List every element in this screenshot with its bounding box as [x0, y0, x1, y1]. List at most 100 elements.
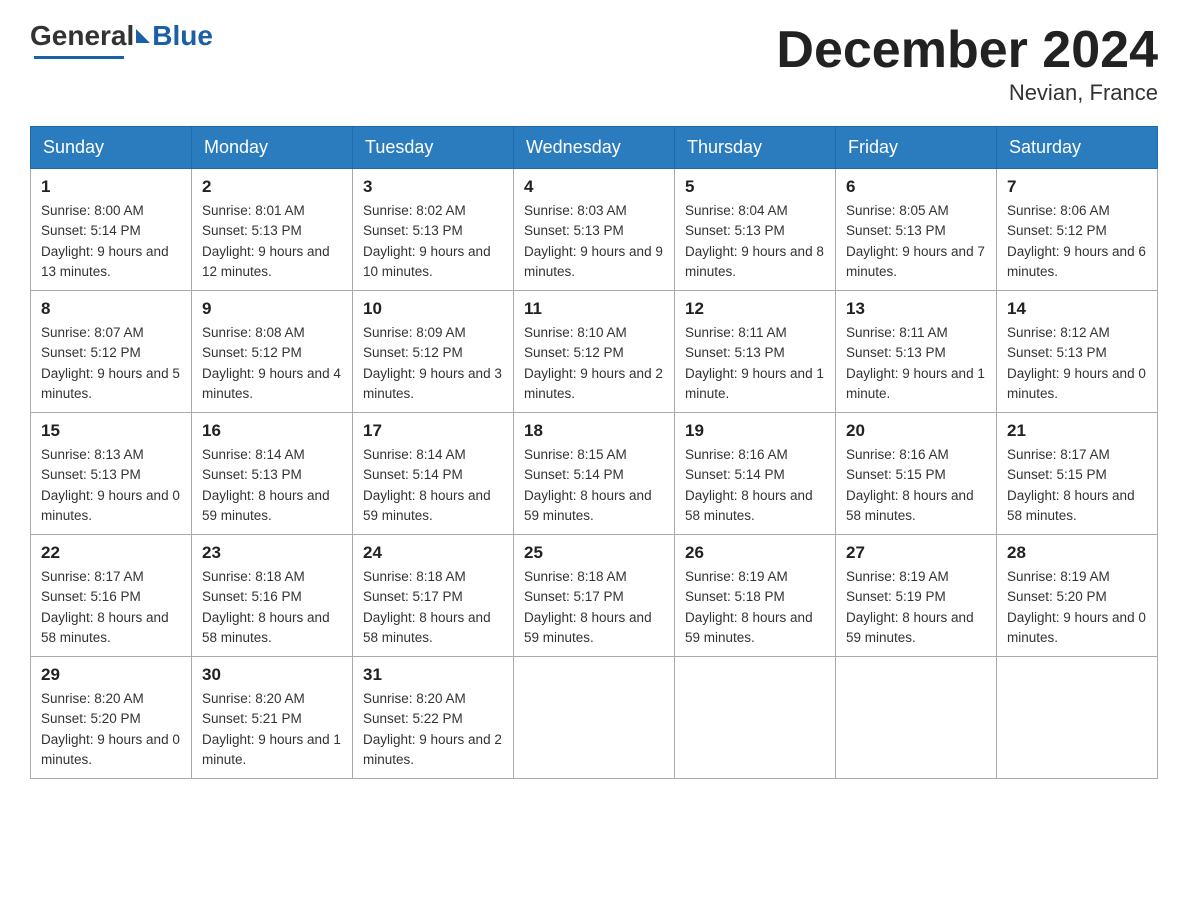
calendar-cell — [514, 657, 675, 779]
calendar-cell: 4 Sunrise: 8:03 AMSunset: 5:13 PMDayligh… — [514, 169, 675, 291]
day-number: 24 — [363, 543, 503, 563]
calendar-cell — [675, 657, 836, 779]
day-info: Sunrise: 8:01 AMSunset: 5:13 PMDaylight:… — [202, 201, 342, 282]
day-number: 23 — [202, 543, 342, 563]
calendar-cell: 3 Sunrise: 8:02 AMSunset: 5:13 PMDayligh… — [353, 169, 514, 291]
day-number: 4 — [524, 177, 664, 197]
day-info: Sunrise: 8:20 AMSunset: 5:22 PMDaylight:… — [363, 689, 503, 770]
day-number: 17 — [363, 421, 503, 441]
day-number: 6 — [846, 177, 986, 197]
day-number: 7 — [1007, 177, 1147, 197]
calendar-cell: 30 Sunrise: 8:20 AMSunset: 5:21 PMDaylig… — [192, 657, 353, 779]
page-header: General Blue December 2024 Nevian, Franc… — [30, 20, 1158, 106]
day-info: Sunrise: 8:10 AMSunset: 5:12 PMDaylight:… — [524, 323, 664, 404]
calendar-cell: 20 Sunrise: 8:16 AMSunset: 5:15 PMDaylig… — [836, 413, 997, 535]
calendar-cell — [997, 657, 1158, 779]
day-info: Sunrise: 8:04 AMSunset: 5:13 PMDaylight:… — [685, 201, 825, 282]
calendar-cell: 12 Sunrise: 8:11 AMSunset: 5:13 PMDaylig… — [675, 291, 836, 413]
col-wednesday: Wednesday — [514, 127, 675, 169]
calendar-cell: 27 Sunrise: 8:19 AMSunset: 5:19 PMDaylig… — [836, 535, 997, 657]
day-info: Sunrise: 8:11 AMSunset: 5:13 PMDaylight:… — [846, 323, 986, 404]
day-info: Sunrise: 8:19 AMSunset: 5:19 PMDaylight:… — [846, 567, 986, 648]
col-saturday: Saturday — [997, 127, 1158, 169]
day-number: 15 — [41, 421, 181, 441]
day-info: Sunrise: 8:07 AMSunset: 5:12 PMDaylight:… — [41, 323, 181, 404]
month-title: December 2024 — [776, 20, 1158, 80]
logo-blue: Blue — [152, 20, 213, 52]
calendar-cell: 11 Sunrise: 8:10 AMSunset: 5:12 PMDaylig… — [514, 291, 675, 413]
day-number: 14 — [1007, 299, 1147, 319]
calendar-cell: 28 Sunrise: 8:19 AMSunset: 5:20 PMDaylig… — [997, 535, 1158, 657]
day-info: Sunrise: 8:03 AMSunset: 5:13 PMDaylight:… — [524, 201, 664, 282]
day-number: 2 — [202, 177, 342, 197]
calendar-cell: 9 Sunrise: 8:08 AMSunset: 5:12 PMDayligh… — [192, 291, 353, 413]
day-number: 1 — [41, 177, 181, 197]
day-number: 29 — [41, 665, 181, 685]
calendar-cell: 23 Sunrise: 8:18 AMSunset: 5:16 PMDaylig… — [192, 535, 353, 657]
day-info: Sunrise: 8:12 AMSunset: 5:13 PMDaylight:… — [1007, 323, 1147, 404]
day-info: Sunrise: 8:14 AMSunset: 5:13 PMDaylight:… — [202, 445, 342, 526]
calendar-cell: 13 Sunrise: 8:11 AMSunset: 5:13 PMDaylig… — [836, 291, 997, 413]
day-info: Sunrise: 8:13 AMSunset: 5:13 PMDaylight:… — [41, 445, 181, 526]
calendar-cell: 1 Sunrise: 8:00 AMSunset: 5:14 PMDayligh… — [31, 169, 192, 291]
day-info: Sunrise: 8:17 AMSunset: 5:15 PMDaylight:… — [1007, 445, 1147, 526]
day-number: 16 — [202, 421, 342, 441]
day-number: 27 — [846, 543, 986, 563]
day-number: 3 — [363, 177, 503, 197]
col-monday: Monday — [192, 127, 353, 169]
calendar-cell: 8 Sunrise: 8:07 AMSunset: 5:12 PMDayligh… — [31, 291, 192, 413]
day-info: Sunrise: 8:18 AMSunset: 5:16 PMDaylight:… — [202, 567, 342, 648]
calendar-cell: 31 Sunrise: 8:20 AMSunset: 5:22 PMDaylig… — [353, 657, 514, 779]
calendar-week-row: 29 Sunrise: 8:20 AMSunset: 5:20 PMDaylig… — [31, 657, 1158, 779]
day-number: 22 — [41, 543, 181, 563]
calendar-week-row: 22 Sunrise: 8:17 AMSunset: 5:16 PMDaylig… — [31, 535, 1158, 657]
day-info: Sunrise: 8:20 AMSunset: 5:21 PMDaylight:… — [202, 689, 342, 770]
logo-triangle-icon — [136, 29, 150, 43]
day-info: Sunrise: 8:08 AMSunset: 5:12 PMDaylight:… — [202, 323, 342, 404]
logo-general: General — [30, 20, 134, 52]
location-title: Nevian, France — [776, 80, 1158, 106]
col-thursday: Thursday — [675, 127, 836, 169]
day-info: Sunrise: 8:00 AMSunset: 5:14 PMDaylight:… — [41, 201, 181, 282]
col-sunday: Sunday — [31, 127, 192, 169]
day-number: 9 — [202, 299, 342, 319]
calendar-cell: 24 Sunrise: 8:18 AMSunset: 5:17 PMDaylig… — [353, 535, 514, 657]
calendar-header-row: Sunday Monday Tuesday Wednesday Thursday… — [31, 127, 1158, 169]
calendar-cell: 14 Sunrise: 8:12 AMSunset: 5:13 PMDaylig… — [997, 291, 1158, 413]
day-number: 13 — [846, 299, 986, 319]
calendar-cell: 18 Sunrise: 8:15 AMSunset: 5:14 PMDaylig… — [514, 413, 675, 535]
day-info: Sunrise: 8:16 AMSunset: 5:15 PMDaylight:… — [846, 445, 986, 526]
day-info: Sunrise: 8:19 AMSunset: 5:20 PMDaylight:… — [1007, 567, 1147, 648]
calendar-week-row: 15 Sunrise: 8:13 AMSunset: 5:13 PMDaylig… — [31, 413, 1158, 535]
day-number: 5 — [685, 177, 825, 197]
day-number: 19 — [685, 421, 825, 441]
day-info: Sunrise: 8:17 AMSunset: 5:16 PMDaylight:… — [41, 567, 181, 648]
col-tuesday: Tuesday — [353, 127, 514, 169]
title-section: December 2024 Nevian, France — [776, 20, 1158, 106]
calendar-cell: 6 Sunrise: 8:05 AMSunset: 5:13 PMDayligh… — [836, 169, 997, 291]
day-number: 21 — [1007, 421, 1147, 441]
day-number: 18 — [524, 421, 664, 441]
calendar-cell: 16 Sunrise: 8:14 AMSunset: 5:13 PMDaylig… — [192, 413, 353, 535]
day-number: 25 — [524, 543, 664, 563]
day-info: Sunrise: 8:18 AMSunset: 5:17 PMDaylight:… — [524, 567, 664, 648]
calendar-cell: 29 Sunrise: 8:20 AMSunset: 5:20 PMDaylig… — [31, 657, 192, 779]
calendar-cell: 7 Sunrise: 8:06 AMSunset: 5:12 PMDayligh… — [997, 169, 1158, 291]
calendar-cell: 22 Sunrise: 8:17 AMSunset: 5:16 PMDaylig… — [31, 535, 192, 657]
day-number: 31 — [363, 665, 503, 685]
day-number: 30 — [202, 665, 342, 685]
calendar-cell: 15 Sunrise: 8:13 AMSunset: 5:13 PMDaylig… — [31, 413, 192, 535]
calendar-cell: 21 Sunrise: 8:17 AMSunset: 5:15 PMDaylig… — [997, 413, 1158, 535]
day-number: 10 — [363, 299, 503, 319]
day-number: 26 — [685, 543, 825, 563]
logo: General Blue — [30, 20, 213, 59]
calendar-week-row: 8 Sunrise: 8:07 AMSunset: 5:12 PMDayligh… — [31, 291, 1158, 413]
day-info: Sunrise: 8:19 AMSunset: 5:18 PMDaylight:… — [685, 567, 825, 648]
calendar-cell: 19 Sunrise: 8:16 AMSunset: 5:14 PMDaylig… — [675, 413, 836, 535]
calendar-cell: 10 Sunrise: 8:09 AMSunset: 5:12 PMDaylig… — [353, 291, 514, 413]
calendar-cell: 5 Sunrise: 8:04 AMSunset: 5:13 PMDayligh… — [675, 169, 836, 291]
day-info: Sunrise: 8:11 AMSunset: 5:13 PMDaylight:… — [685, 323, 825, 404]
day-info: Sunrise: 8:02 AMSunset: 5:13 PMDaylight:… — [363, 201, 503, 282]
day-info: Sunrise: 8:05 AMSunset: 5:13 PMDaylight:… — [846, 201, 986, 282]
day-info: Sunrise: 8:14 AMSunset: 5:14 PMDaylight:… — [363, 445, 503, 526]
